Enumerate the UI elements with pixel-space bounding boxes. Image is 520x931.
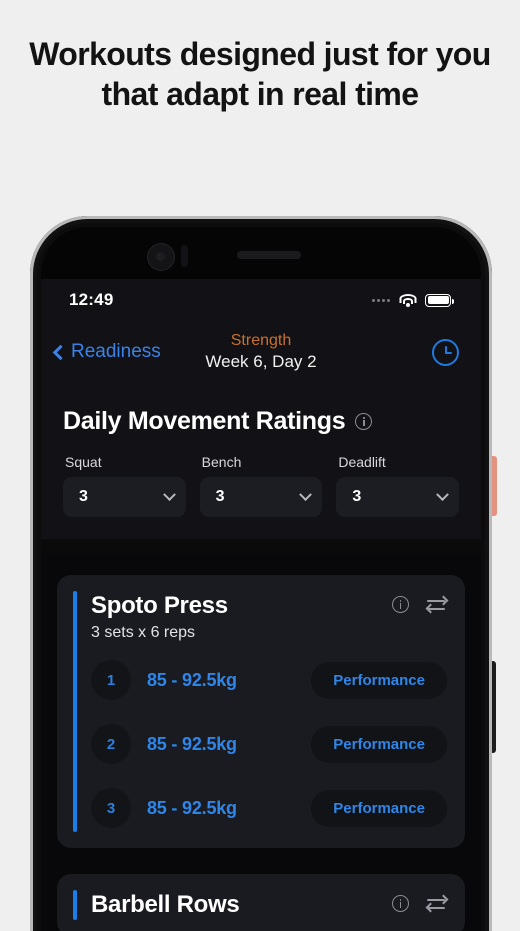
sensor-icon: [181, 245, 188, 267]
signal-dots-icon: [372, 298, 390, 302]
status-bar: 12:49: [41, 279, 481, 321]
info-icon[interactable]: [355, 413, 373, 430]
performance-button[interactable]: Performance: [311, 789, 447, 827]
chevron-down-icon: [436, 487, 449, 501]
set-row[interactable]: 1 85 - 92.5kg Performance: [91, 660, 447, 700]
wifi-icon: [399, 293, 416, 307]
set-row[interactable]: 3 85 - 92.5kg Performance: [91, 788, 447, 828]
rating-group-deadlift: Deadlift 3: [336, 454, 460, 517]
set-number-badge: 3: [91, 788, 131, 828]
exercise-name: Spoto Press: [91, 592, 228, 619]
rating-value-deadlift: 3: [352, 488, 362, 505]
back-button-label: Readiness: [71, 341, 161, 362]
phone-bezel-top: [41, 227, 481, 279]
ratings-title: Daily Movement Ratings: [63, 407, 346, 435]
exercise-card-barbell-rows[interactable]: Barbell Rows: [57, 874, 465, 931]
card-accent-bar: [73, 890, 77, 920]
phone-mockup: 12:49 Readiness Strength Week 6, Day 2 D…: [30, 216, 497, 931]
set-row[interactable]: 2 85 - 92.5kg Performance: [91, 724, 447, 764]
chevron-left-icon: [52, 344, 69, 360]
clock-icon[interactable]: [432, 338, 459, 366]
performance-button[interactable]: Performance: [311, 661, 447, 699]
status-time: 12:49: [69, 290, 114, 309]
rating-label-bench: Bench: [201, 454, 242, 470]
rating-select-squat[interactable]: 3: [63, 477, 186, 517]
rating-select-deadlift[interactable]: 3: [336, 477, 460, 517]
rating-select-bench[interactable]: 3: [199, 477, 323, 517]
status-indicators: [372, 293, 454, 307]
phone-screen: 12:49 Readiness Strength Week 6, Day 2 D…: [41, 227, 481, 931]
marketing-headline: Workouts designed just for you that adap…: [29, 36, 491, 112]
swap-icon[interactable]: [425, 894, 449, 912]
set-weight: 85 - 92.5kg: [147, 733, 237, 754]
battery-icon: [425, 293, 454, 307]
set-number-badge: 2: [91, 724, 131, 764]
card-accent-bar: [73, 591, 77, 832]
ratings-row: Squat 3 Bench 3 Deadlift 3: [63, 454, 460, 517]
earpiece-speaker-icon: [237, 251, 301, 259]
exercise-header: Spoto Press 3 sets x 6 reps: [91, 591, 449, 642]
set-weight: 85 - 92.5kg: [147, 797, 237, 818]
exercise-card-spoto-press[interactable]: Spoto Press 3 sets x 6 reps 1 85 - 92.5k…: [57, 575, 465, 848]
exercise-name: Barbell Rows: [91, 891, 240, 918]
rating-value-squat: 3: [79, 488, 88, 505]
back-button[interactable]: Readiness: [52, 341, 161, 363]
exercise-list[interactable]: Spoto Press 3 sets x 6 reps 1 85 - 92.5k…: [41, 553, 481, 931]
set-number-badge: 1: [91, 660, 131, 700]
info-icon[interactable]: [392, 596, 409, 613]
swap-icon[interactable]: [425, 595, 449, 613]
exercise-header: Barbell Rows: [91, 890, 449, 920]
navigation-bar: Readiness Strength Week 6, Day 2: [41, 321, 481, 383]
performance-button[interactable]: Performance: [311, 725, 447, 763]
set-weight: 85 - 92.5kg: [147, 669, 237, 690]
exercise-scheme: 3 sets x 6 reps: [91, 624, 196, 641]
exercise-actions: [392, 591, 449, 613]
ratings-header: Daily Movement Ratings: [63, 407, 459, 436]
rating-label-squat: Squat: [65, 454, 102, 470]
exercise-actions: [392, 890, 449, 912]
set-list: 1 85 - 92.5kg Performance 2 85 - 92.5kg …: [91, 660, 447, 828]
front-camera-icon: [148, 244, 174, 270]
info-icon[interactable]: [392, 895, 409, 912]
rating-group-bench: Bench 3: [199, 454, 323, 517]
rating-label-deadlift: Deadlift: [338, 454, 386, 470]
rating-value-bench: 3: [215, 488, 225, 505]
chevron-down-icon: [162, 487, 176, 501]
daily-movement-ratings-section: Daily Movement Ratings Squat 3 Bench 3 D…: [41, 383, 481, 539]
chevron-down-icon: [299, 487, 313, 501]
power-button[interactable]: [491, 456, 497, 516]
volume-button[interactable]: [491, 661, 496, 753]
rating-group-squat: Squat 3: [63, 454, 186, 517]
